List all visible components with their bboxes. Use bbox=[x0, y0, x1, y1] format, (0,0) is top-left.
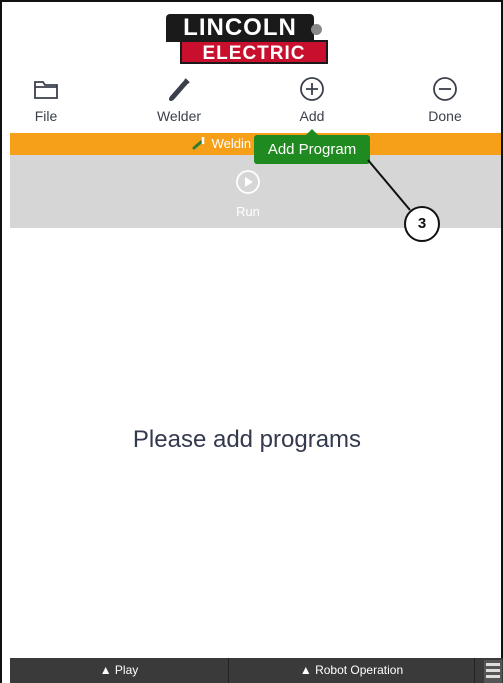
callout-leader-line bbox=[367, 159, 411, 211]
callout-number: 3 bbox=[404, 206, 440, 242]
bottom-bar: ▲ Play ▲ Robot Operation bbox=[10, 658, 503, 683]
empty-programs-message: Please add programs bbox=[132, 426, 362, 453]
bottom-divider bbox=[474, 658, 475, 683]
robot-operation-button[interactable]: ▲ Robot Operation bbox=[229, 658, 474, 683]
menu-icon[interactable] bbox=[484, 660, 502, 683]
play-button[interactable]: ▲ Play bbox=[10, 658, 228, 683]
